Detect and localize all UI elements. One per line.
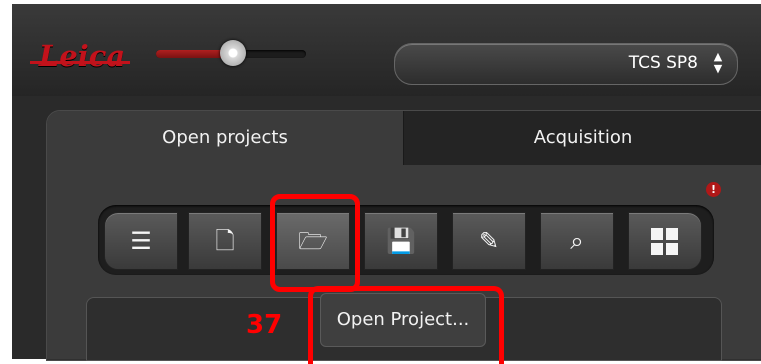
search-document-icon: ⌕ [570, 227, 584, 255]
edit-document-icon: ✎ [478, 227, 500, 255]
tab-acquisition[interactable]: Acquisition [403, 111, 761, 165]
updown-arrows-icon[interactable]: ▲ ▼ [708, 51, 728, 77]
highlight-open-button [270, 194, 360, 292]
intensity-slider-knob[interactable] [220, 40, 246, 66]
save-icon: 💾 [386, 227, 416, 255]
save-project-button[interactable]: 💾 [364, 212, 438, 270]
new-project-button[interactable]: 🗋 [188, 212, 262, 270]
highlight-tooltip [308, 286, 504, 364]
export-list-button[interactable]: ☰ [104, 212, 178, 270]
layout-button[interactable] [628, 212, 702, 270]
edit-project-button[interactable]: ✎ [452, 212, 526, 270]
new-document-icon: 🗋 [215, 227, 235, 255]
step-number-label: 37 [246, 310, 283, 340]
tab-open-projects[interactable]: Open projects [47, 111, 403, 165]
find-project-button[interactable]: ⌕ [540, 212, 614, 270]
device-select-label: TCS SP8 [628, 53, 698, 73]
leica-logo: Leica [38, 39, 126, 73]
info-alert-icon[interactable]: ! [706, 182, 721, 197]
export-list-icon: ☰ [130, 227, 152, 255]
logo-underline [30, 61, 130, 64]
app-window: Leica TCS SP8 ▲ ▼ Open projects Acquisiti… [0, 0, 761, 364]
grid-layout-icon [651, 228, 679, 256]
